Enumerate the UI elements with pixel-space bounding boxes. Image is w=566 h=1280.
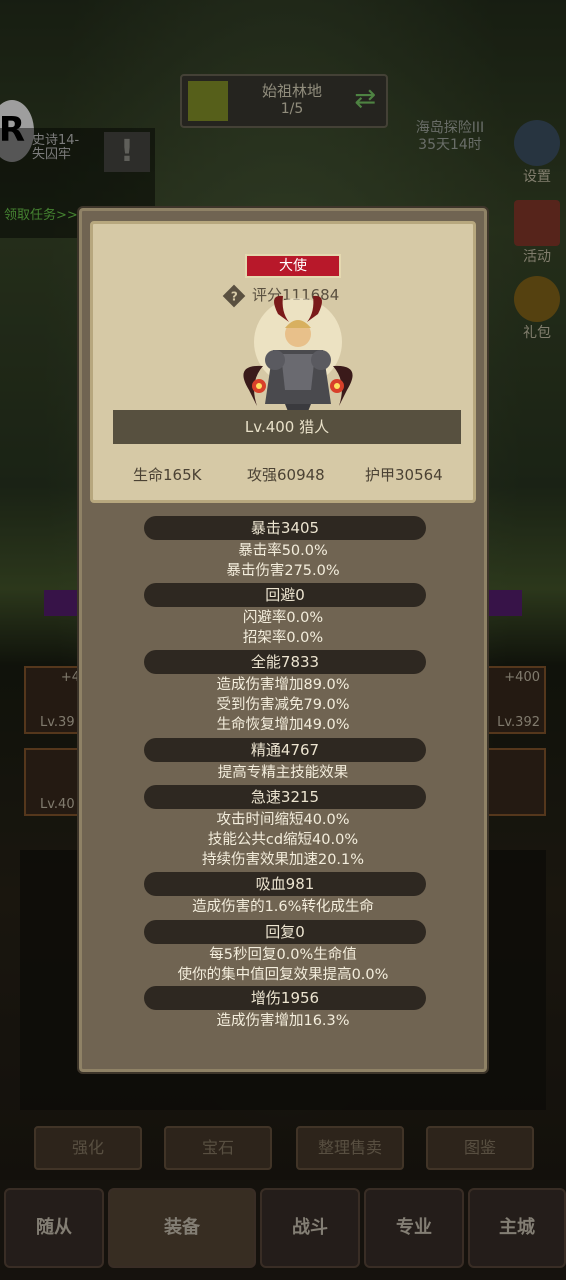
level-class-bar: Lv.400 猎人 bbox=[113, 410, 461, 444]
attribute-header: 增伤1956 bbox=[144, 986, 426, 1010]
attribute-header: 回复0 bbox=[144, 920, 426, 944]
attribute-header: 精通4767 bbox=[144, 738, 426, 762]
attribute-header: 全能7833 bbox=[144, 650, 426, 674]
attribute-detail: 生命恢复增加49.0% bbox=[216, 717, 350, 733]
attribute-header: 急速3215 bbox=[144, 785, 426, 809]
attribute-detail: 每5秒回复0.0%生命值 bbox=[209, 947, 357, 963]
attribute-detail: 造成伤害的1.6%转化成生命 bbox=[192, 899, 374, 915]
attribute-detail: 技能公共cd缩短40.0% bbox=[207, 832, 359, 848]
attribute-detail: 持续伤害效果加速20.1% bbox=[201, 852, 365, 868]
hero-card: 大使 ? 评分111684 Lv.400 猎人 生命165K 攻强60948 护… bbox=[90, 221, 476, 503]
hp-stat: 生命165K bbox=[133, 466, 202, 484]
attribute-detail: 受到伤害减免79.0% bbox=[216, 697, 350, 713]
attribute-detail: 招架率0.0% bbox=[242, 630, 324, 646]
attack-stat: 攻强60948 bbox=[247, 466, 325, 484]
attribute-detail: 攻击时间缩短40.0% bbox=[216, 812, 350, 828]
armor-stat: 护甲30564 bbox=[365, 466, 443, 484]
rank-badge: 大使 bbox=[245, 254, 341, 278]
attribute-detail: 暴击率50.0% bbox=[238, 543, 328, 559]
attribute-detail: 提高专精主技能效果 bbox=[217, 765, 349, 781]
attribute-header: 吸血981 bbox=[144, 872, 426, 896]
attribute-header: 暴击3405 bbox=[144, 516, 426, 540]
attribute-detail: 暴击伤害275.0% bbox=[226, 563, 340, 579]
attribute-detail: 闪避率0.0% bbox=[242, 610, 324, 626]
attribute-detail: 造成伤害增加16.3% bbox=[216, 1013, 350, 1029]
hero-stats-modal: 大使 ? 评分111684 Lv.400 猎人 生命165K 攻强60948 护… bbox=[79, 208, 487, 1072]
attribute-detail: 造成伤害增加89.0% bbox=[216, 677, 350, 693]
attribute-header: 回避0 bbox=[144, 583, 426, 607]
attribute-detail: 使你的集中值回复效果提高0.0% bbox=[177, 967, 389, 983]
